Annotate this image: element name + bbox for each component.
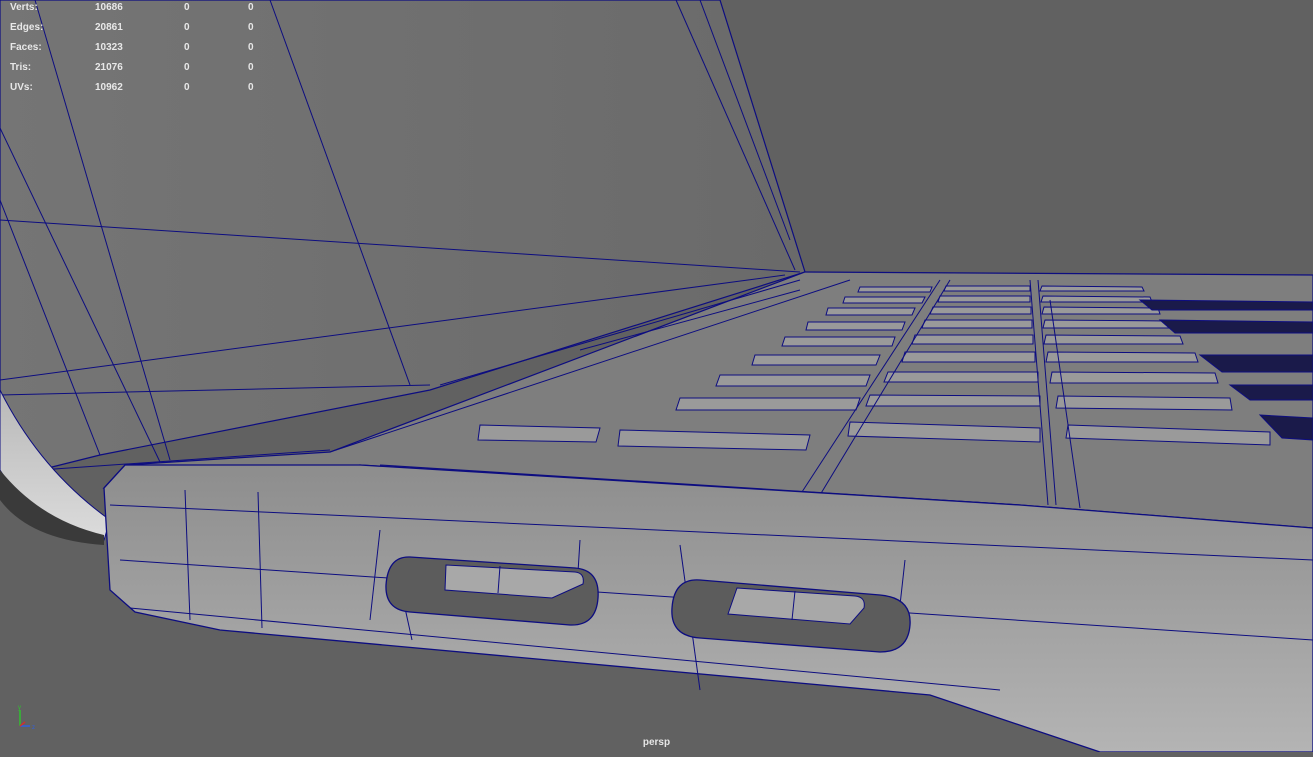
hud-value: 0 (248, 22, 254, 33)
hud-value: 10962 (95, 82, 123, 93)
laptop-wireframe-icon (0, 0, 1313, 753)
hud-value: 0 (184, 62, 190, 73)
hud-label: Verts: (10, 2, 38, 13)
hud-row-faces: Faces: 10323 0 0 (0, 40, 280, 56)
poly-count-hud: Verts: 10686 0 0 Edges: 20861 0 0 Faces:… (0, 0, 280, 100)
maya-3d-viewport[interactable] (0, 0, 1313, 753)
hud-value: 0 (248, 2, 254, 13)
hud-value: 0 (184, 2, 190, 13)
camera-name-label: persp (642, 737, 671, 748)
hud-value: 0 (248, 42, 254, 53)
hud-row-tris: Tris: 21076 0 0 (0, 60, 280, 76)
axis-z-label: z (32, 725, 35, 731)
hud-value: 0 (248, 62, 254, 73)
hud-row-uvs: UVs: 10962 0 0 (0, 80, 280, 96)
hud-value: 20861 (95, 22, 123, 33)
hud-value: 10323 (95, 42, 123, 53)
hud-value: 0 (248, 82, 254, 93)
hud-value: 10686 (95, 2, 123, 13)
hud-value: 0 (184, 22, 190, 33)
hud-value: 0 (184, 42, 190, 53)
hud-label: Edges: (10, 22, 44, 33)
hud-value: 0 (184, 82, 190, 93)
axis-y-label: y (18, 705, 21, 711)
hud-row-edges: Edges: 20861 0 0 (0, 20, 280, 36)
hud-label: UVs: (10, 82, 33, 93)
axis-gizmo-icon: y z (18, 705, 35, 731)
hud-row-verts: Verts: 10686 0 0 (0, 0, 280, 16)
hud-label: Faces: (10, 42, 42, 53)
hud-value: 21076 (95, 62, 123, 73)
hud-label: Tris: (10, 62, 32, 73)
